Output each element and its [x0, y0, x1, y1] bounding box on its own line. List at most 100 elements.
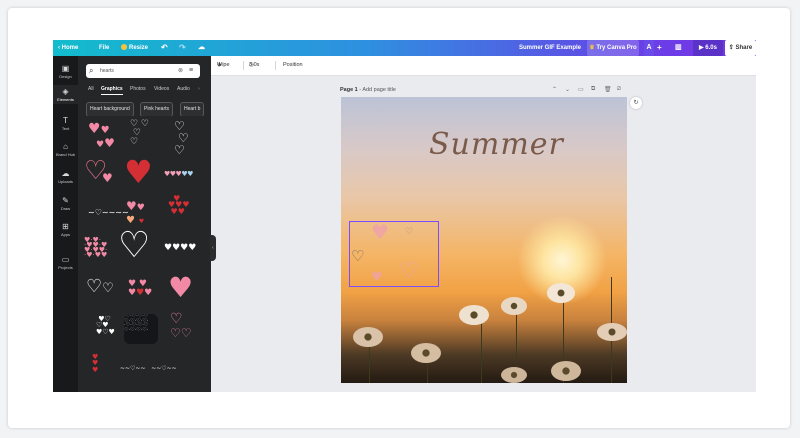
suggestion-chips: Heart background Pink hearts Heart b: [86, 102, 211, 116]
tab-graphics[interactable]: Graphics: [101, 86, 123, 95]
home-button[interactable]: ‹ Home: [58, 40, 78, 56]
pen-icon: ✎: [62, 196, 69, 205]
elements-panel: ⌕ hearts ⊗ ≡ All Graphics Photos Videos …: [78, 56, 211, 392]
stem: [481, 317, 482, 383]
rail-projects[interactable]: ▭ Projects: [53, 255, 78, 270]
red-heart-string-graphic[interactable]: ♥ ♥ ♥: [92, 354, 98, 374]
red-heart-graphic[interactable]: ♥: [124, 156, 153, 188]
shapes-icon: ◈: [62, 87, 69, 96]
cloud-save-icon[interactable]: ☁: [198, 40, 205, 56]
chip-heart-background[interactable]: Heart background: [86, 102, 134, 116]
filter-icon[interactable]: ≡: [189, 64, 193, 78]
resize-button[interactable]: Resize: [121, 40, 148, 56]
apps-grid-icon: ⊞: [62, 222, 69, 231]
rail-brand-hub[interactable]: ⌂ Brand Hub: [53, 142, 78, 157]
chevron-left-icon: ‹: [58, 45, 60, 51]
cosmos-flower: [501, 367, 527, 383]
cloud-upload-icon: ☁: [61, 169, 70, 178]
dotted-hearts-graphic[interactable]: ·♡·♡·♡·♡ ♡·♡·♡·♡· ·♡·♡·♡·♡ ♡·♡·♡·♡·: [124, 314, 158, 344]
delete-page-icon[interactable]: 🗑: [604, 86, 612, 93]
cosmos-flower: [353, 327, 383, 347]
divider: [243, 61, 244, 70]
canva-editor: ‹ Home File Resize ↶ ↷ ☁ Summer GIF Exam…: [53, 40, 756, 392]
category-tabs: All Graphics Photos Videos Audio ›: [88, 84, 208, 96]
cosmos-flower: [501, 297, 527, 315]
tab-all[interactable]: All: [88, 86, 94, 92]
panel-collapse-handle[interactable]: ‹: [210, 235, 216, 261]
page-title-input[interactable]: - Add page title: [359, 87, 396, 93]
rail-elements[interactable]: ◈ Elements: [53, 85, 78, 104]
graphics-grid: ♥♥ ♥♥ ♡ ♡ ♡ ♡ ♡ ♡ ♡ ♡ ♥ ♥ ♥♥♥♥♥ ∼♡∼∼∼∼ ♥♥ ♥ …: [82, 120, 204, 392]
context-toolbar: ⬗ Wipe ◷ 3.0s Position: [211, 56, 756, 76]
try-pro-button[interactable]: ♛ Try Canva Pro: [587, 40, 639, 56]
small-pink-heart-graphic[interactable]: ♥: [102, 172, 113, 184]
chevron-down-icon[interactable]: ⌄: [565, 86, 570, 93]
line-hearts-graphic[interactable]: ♡ ♡ ♡: [174, 120, 189, 156]
heart-confetti-graphic[interactable]: ♥·♥· ·♥♥·♥ ♥·♥♥· ·♥·♥♥: [84, 237, 107, 259]
redo-icon[interactable]: ↷: [179, 40, 186, 56]
crown-icon: ♛: [589, 45, 595, 51]
heart-divider-graphic[interactable]: ∼♡∼∼∼∼: [88, 209, 129, 217]
undo-icon[interactable]: ↶: [161, 40, 168, 56]
text-icon: T: [63, 116, 68, 125]
add-note-icon[interactable]: ↻: [630, 97, 642, 109]
doodle-hearts-graphic[interactable]: ♥♡ ♡♥ ♥♡♥: [96, 316, 115, 336]
position-button[interactable]: Position: [283, 56, 303, 75]
share-icon: ⇪: [728, 45, 734, 51]
overlapping-hearts-graphic[interactable]: ♡♡: [86, 278, 114, 296]
cosmos-flower: [597, 323, 627, 341]
brand-avatar[interactable]: A: [644, 40, 654, 56]
white-heart-row-graphic[interactable]: ♥♥♥♥: [164, 244, 196, 253]
solid-pink-heart-graphic[interactable]: ♥: [168, 274, 193, 302]
brand-icon: ⌂: [63, 142, 68, 151]
add-page-icon[interactable]: ⧄: [617, 86, 621, 93]
design-canvas[interactable]: Summer ♥ ♡ ♡ ♥ ♡: [341, 97, 627, 383]
clear-search-icon[interactable]: ⊗: [178, 64, 183, 78]
side-rail: ▣ Design ◈ Elements T Text ⌂ Brand Hub ☁ Uplo…: [53, 56, 78, 392]
cosmos-flower: [459, 305, 489, 325]
cosmos-flower: [547, 283, 575, 303]
share-button[interactable]: ⇪ Share: [725, 40, 756, 56]
rail-draw[interactable]: ✎ Draw: [53, 196, 78, 211]
outline-pink-hearts-graphic[interactable]: ♡ ♡♡: [170, 312, 192, 340]
mini-hearts-graphic[interactable]: ♥ ♥ ♥♥♥: [128, 280, 152, 298]
chevron-right-icon[interactable]: ›: [198, 86, 200, 92]
rail-uploads[interactable]: ☁ Uploads: [53, 169, 78, 184]
pink-hearts-graphic[interactable]: ♥♥ ♥♥: [88, 122, 115, 150]
search-input[interactable]: hearts: [100, 64, 114, 78]
search-field[interactable]: ⌕ hearts ⊗ ≡: [86, 64, 200, 78]
white-outline-hearts-graphic[interactable]: ♡ ♡ ♡ ♡: [130, 120, 149, 147]
insights-icon[interactable]: ▥: [675, 40, 682, 56]
layout-icon: ▣: [61, 64, 70, 73]
cosmos-flower: [411, 343, 441, 363]
swirl-divider-graphic[interactable]: ~~♡~~ ~~♡~~: [120, 366, 177, 372]
chevron-up-icon[interactable]: ⌃: [552, 86, 557, 93]
duplicate-page-icon[interactable]: ⧉: [591, 86, 595, 93]
play-icon: ▶: [699, 45, 704, 51]
heart-row-graphic[interactable]: ♥♥♥♥♥: [164, 171, 193, 178]
selection-box[interactable]: [349, 221, 439, 287]
crown-icon: [121, 44, 127, 50]
summer-headline[interactable]: Summer: [429, 127, 564, 162]
page-label[interactable]: Page 1 - Add page title: [340, 87, 396, 93]
tab-videos[interactable]: Videos: [154, 86, 169, 92]
hide-page-icon[interactable]: ▭: [578, 86, 584, 93]
rail-design[interactable]: ▣ Design: [53, 64, 78, 79]
top-bar: ‹ Home File Resize ↶ ↷ ☁ Summer GIF Exam…: [53, 40, 756, 56]
folder-icon: ▭: [61, 255, 70, 264]
chip-heart-b[interactable]: Heart b: [180, 102, 205, 116]
present-button[interactable]: ▶ 6.0s: [693, 40, 723, 56]
hand-drawn-heart-graphic[interactable]: ♡: [118, 228, 150, 264]
red-heart-cluster-graphic[interactable]: ♥ ♥♥♥ ♥♥: [168, 194, 190, 215]
cosmos-flower: [551, 361, 581, 381]
rail-apps[interactable]: ⊞ Apps: [53, 222, 78, 237]
search-icon: ⌕: [89, 66, 94, 75]
rail-text[interactable]: T Text: [53, 116, 78, 131]
tab-photos[interactable]: Photos: [130, 86, 146, 92]
design-title[interactable]: Summer GIF Example: [519, 40, 581, 56]
file-menu[interactable]: File: [99, 40, 109, 56]
add-collaborator-button[interactable]: +: [657, 40, 662, 56]
chip-pink-hearts[interactable]: Pink hearts: [140, 102, 174, 116]
scattered-hearts-graphic[interactable]: ♥♥ ♥ ♥: [126, 200, 145, 226]
tab-audio[interactable]: Audio: [177, 86, 193, 92]
